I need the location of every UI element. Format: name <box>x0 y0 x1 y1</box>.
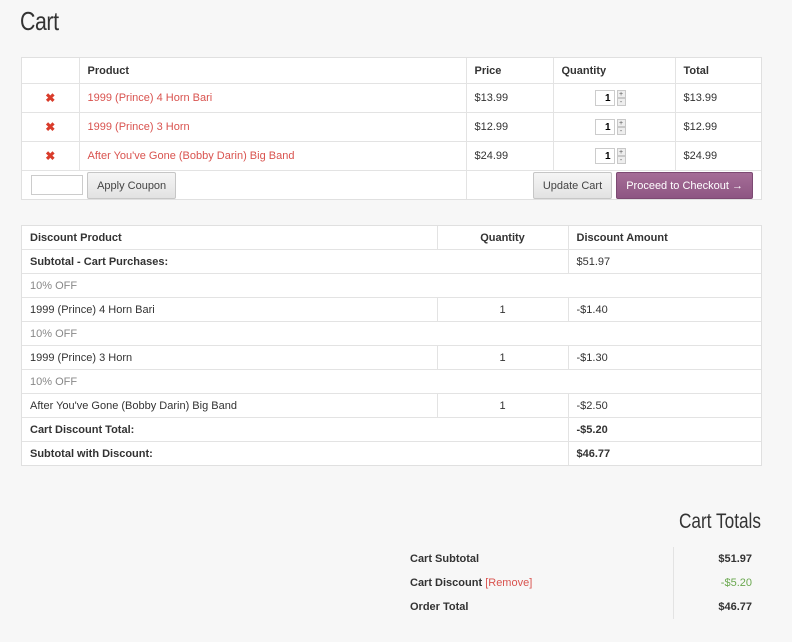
remove-item-icon[interactable]: ✖ <box>30 91 71 105</box>
product-link[interactable]: 1999 (Prince) 3 Horn <box>88 121 190 133</box>
order-total-value: $46.77 <box>673 595 760 619</box>
cart-page: Cart Product Price Quantity Total ✖ 1999… <box>0 0 792 642</box>
discount-offer-label: 10% OFF <box>22 369 761 394</box>
cart-row: ✖ 1999 (Prince) 3 Horn $12.99 + - $12.99 <box>22 112 761 142</box>
cart-table-container: Product Price Quantity Total ✖ 1999 (Pri… <box>21 57 762 200</box>
quantity-increment-button[interactable]: + <box>616 119 626 127</box>
cart-row: ✖ After You've Gone (Bobby Darin) Big Ba… <box>22 141 761 171</box>
item-price: $24.99 <box>466 141 554 171</box>
discount-product-qty: 1 <box>437 393 569 418</box>
cart-discount-total-label: Cart Discount Total: <box>22 417 569 442</box>
discount-product-qty: 1 <box>437 297 569 322</box>
subtotal-purchases-label: Subtotal - Cart Purchases: <box>22 249 568 274</box>
subtotal-purchases-value: $51.97 <box>567 249 761 274</box>
cart-discount-row: Cart Discount [Remove] -$5.20 <box>402 571 760 595</box>
remove-column-header <box>22 58 80 84</box>
discount-product-row: After You've Gone (Bobby Darin) Big Band… <box>22 393 761 418</box>
subtotal-with-discount-value: $46.77 <box>576 447 611 460</box>
discount-product-name: 1999 (Prince) 4 Horn Bari <box>22 297 438 322</box>
product-link[interactable]: 1999 (Prince) 4 Horn Bari <box>88 92 213 104</box>
discount-product-row: 1999 (Prince) 3 Horn 1 -$1.30 <box>22 345 761 370</box>
discount-offer-row: 10% OFF <box>22 369 761 394</box>
quantity-stepper: + - <box>594 119 626 135</box>
order-total-label: Order Total <box>410 601 469 613</box>
cart-totals-table: Cart Subtotal $51.97 Cart Discount [Remo… <box>402 547 760 619</box>
discount-product-qty: 1 <box>437 345 569 370</box>
cart-subtotal-label: Cart Subtotal <box>410 553 480 565</box>
discount-product-row: 1999 (Prince) 4 Horn Bari 1 -$1.40 <box>22 297 761 322</box>
remove-discount-link[interactable]: [Remove] <box>485 577 532 589</box>
product-column-header: Product <box>79 58 467 84</box>
total-column-header: Total <box>675 58 761 84</box>
cart-row: ✖ 1999 (Prince) 4 Horn Bari $13.99 + - $… <box>22 83 761 113</box>
cart-subtotal-value: $51.97 <box>673 547 760 571</box>
item-total: $24.99 <box>675 141 761 171</box>
discount-table: Discount Product Quantity Discount Amoun… <box>22 226 761 465</box>
item-total: $13.99 <box>675 83 761 113</box>
discount-offer-label: 10% OFF <box>22 273 761 298</box>
remove-item-icon[interactable]: ✖ <box>30 120 71 134</box>
discount-amount-header: Discount Amount <box>568 226 761 250</box>
order-total-row: Order Total $46.77 <box>402 595 760 619</box>
discount-quantity-header: Quantity <box>437 226 569 250</box>
coupon-code-input[interactable] <box>31 175 83 195</box>
discount-product-amount: -$1.30 <box>568 345 761 370</box>
discount-product-name: After You've Gone (Bobby Darin) Big Band <box>22 393 438 418</box>
discount-product-amount: -$1.40 <box>568 297 761 322</box>
quantity-input[interactable] <box>594 148 615 164</box>
discount-product-name: 1999 (Prince) 3 Horn <box>22 345 438 370</box>
quantity-decrement-button[interactable]: - <box>616 98 626 106</box>
cart-totals-title: Cart Totals <box>679 510 761 533</box>
discount-table-container: Discount Product Quantity Discount Amoun… <box>21 225 762 466</box>
discount-product-amount: -$2.50 <box>568 393 761 418</box>
quantity-input[interactable] <box>594 90 615 106</box>
item-price: $13.99 <box>466 83 554 113</box>
remove-item-icon[interactable]: ✖ <box>30 149 71 163</box>
cart-subtotal-row: Cart Subtotal $51.97 <box>402 547 760 571</box>
item-total: $12.99 <box>675 112 761 142</box>
proceed-to-checkout-button[interactable]: Proceed to Checkout → <box>616 171 753 199</box>
discount-offer-label: 10% OFF <box>22 321 761 346</box>
quantity-increment-button[interactable]: + <box>616 148 626 156</box>
subtotal-with-discount-label: Subtotal with Discount: <box>22 441 569 465</box>
cart-discount-value: -$5.20 <box>673 571 760 595</box>
quantity-input[interactable] <box>594 119 615 135</box>
cart-discount-total-row: Cart Discount Total: -$5.20 <box>22 417 761 442</box>
update-cart-button[interactable]: Update Cart <box>532 171 613 199</box>
discount-offer-row: 10% OFF <box>22 273 761 298</box>
apply-coupon-button[interactable]: Apply Coupon <box>87 171 177 199</box>
quantity-decrement-button[interactable]: - <box>616 156 626 164</box>
item-price: $12.99 <box>466 112 554 142</box>
product-link[interactable]: After You've Gone (Bobby Darin) Big Band <box>88 150 295 162</box>
discount-subtotal-row: Subtotal - Cart Purchases: $51.97 <box>22 249 761 274</box>
quantity-stepper: + - <box>594 148 626 164</box>
quantity-increment-button[interactable]: + <box>616 90 626 98</box>
cart-discount-label: Cart Discount <box>410 577 483 589</box>
quantity-stepper: + - <box>594 90 626 106</box>
page-title: Cart <box>20 6 59 36</box>
discount-product-header: Discount Product <box>22 226 438 250</box>
quantity-column-header: Quantity <box>553 58 676 84</box>
cart-table: Product Price Quantity Total ✖ 1999 (Pri… <box>22 58 761 199</box>
cart-header-row: Product Price Quantity Total <box>22 58 761 84</box>
price-column-header: Price <box>466 58 554 84</box>
cart-discount-total-value: -$5.20 <box>568 417 761 442</box>
discount-offer-row: 10% OFF <box>22 321 761 346</box>
subtotal-with-discount-row: Subtotal with Discount: $46.77 <box>22 441 761 465</box>
quantity-decrement-button[interactable]: - <box>616 127 626 135</box>
cart-actions-row: Apply Coupon Update Cart Proceed to Chec… <box>22 170 761 199</box>
discount-header-row: Discount Product Quantity Discount Amoun… <box>22 226 761 250</box>
